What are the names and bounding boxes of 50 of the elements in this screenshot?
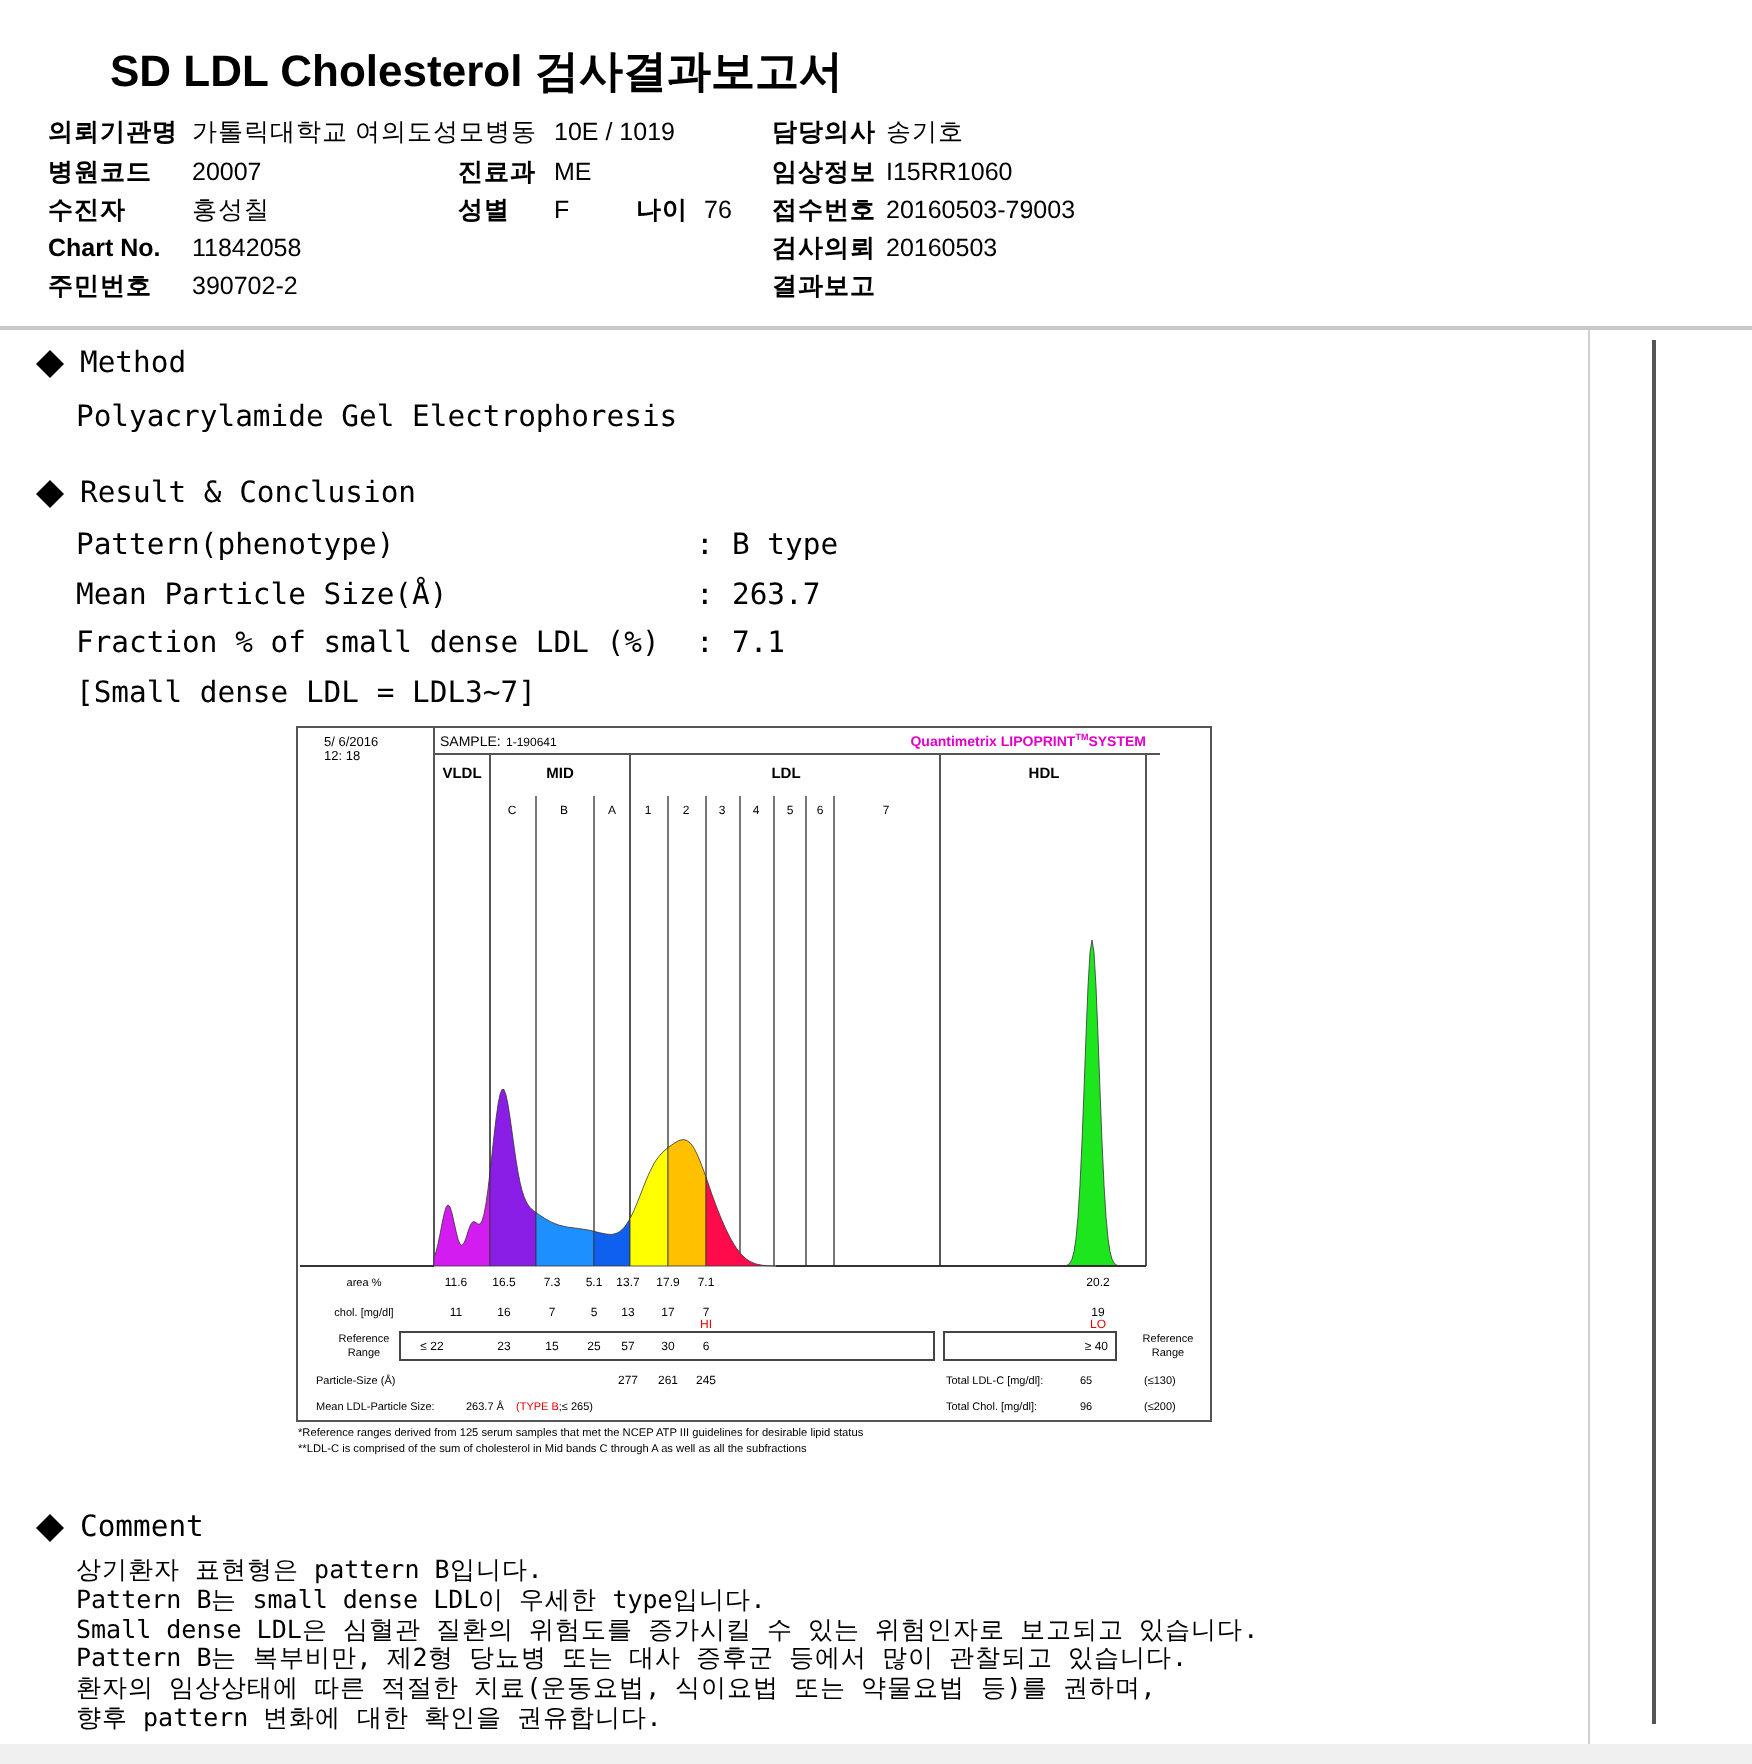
- report-title: SD LDL Cholesterol 검사결과보고서: [110, 44, 845, 100]
- result-note: [Small dense LDL = LDL3~7]: [76, 673, 536, 714]
- field-value: 20007: [192, 155, 264, 190]
- field-value: 홍성칠: [192, 193, 272, 228]
- field-label: 접수번호: [772, 193, 878, 228]
- diamond-icon: [36, 350, 64, 378]
- result-label: Pattern(phenotype): [76, 526, 397, 567]
- separator: :: [696, 526, 716, 567]
- field-value: 가톨릭대학교 여의도성모병동: [192, 116, 539, 151]
- result-value: B type: [732, 526, 839, 567]
- field-value: I15RR1060: [886, 155, 1015, 190]
- field-label: 병원코드: [48, 155, 154, 190]
- field-value: 송기호: [886, 116, 966, 151]
- field-value: F: [554, 193, 572, 228]
- section-heading: Comment: [80, 1507, 204, 1548]
- result-label: Mean Particle Size(Å): [76, 574, 450, 616]
- field-label: 임상정보: [772, 155, 878, 190]
- diamond-icon: [36, 1514, 64, 1542]
- field-label: Chart No.: [48, 232, 163, 267]
- comment-line: 향후 pattern 변화에 대한 확인을 권유합니다.: [76, 1703, 664, 1734]
- field-value: 76: [704, 193, 734, 228]
- method-text: Polyacrylamide Gel Electrophoresis: [76, 398, 680, 438]
- field-label: 주민번호: [48, 270, 154, 305]
- field-label: 성별: [458, 193, 512, 228]
- comment-line: Small dense LDL은 심혈관 질환의 위험도를 증가시킬 수 있는 위험인자로 보고되고 있습니다.: [76, 1615, 1261, 1645]
- comment-line: Pattern B는 복부비만, 제2형 당뇨병 또는 대사 증후군 등에서 많이 관찰되고 있습니다.: [76, 1644, 1190, 1675]
- section-heading: Result & Conclusion: [80, 473, 417, 514]
- field-label: 진료과: [458, 155, 538, 190]
- field-value: 20160503: [886, 232, 1000, 267]
- field-value: 11842058: [192, 232, 304, 267]
- comment-line: 상기환자 표현형은 pattern B입니다.: [76, 1556, 545, 1586]
- field-label: 검사의뢰: [772, 232, 878, 267]
- field-label: 수진자: [48, 193, 128, 228]
- field-value: 390702-2: [192, 270, 300, 305]
- field-value: 20160503-79003: [886, 193, 1078, 228]
- section-heading: Method: [80, 343, 187, 384]
- field-label: 결과보고: [772, 270, 878, 305]
- diamond-icon: [36, 480, 64, 508]
- field-value: 10E / 1019: [554, 116, 677, 151]
- separator: :: [696, 575, 716, 616]
- comment-line: Pattern B는 small dense LDL이 우세한 type입니다.: [76, 1585, 768, 1616]
- field-label: 담당의사: [772, 116, 878, 151]
- field-value: ME: [554, 155, 594, 190]
- field-label: 나이: [636, 193, 690, 228]
- result-value: 263.7: [732, 575, 821, 616]
- result-label: Fraction % of small dense LDL (%): [76, 624, 662, 665]
- field-label: 의뢰기관명: [48, 116, 180, 151]
- result-value: 7.1: [732, 624, 786, 665]
- separator: :: [696, 624, 716, 665]
- comment-line: 환자의 임상상태에 따른 적절한 치료(운동요법, 식이요법 또는 약물요법 등)를 권하며,: [76, 1674, 1158, 1704]
